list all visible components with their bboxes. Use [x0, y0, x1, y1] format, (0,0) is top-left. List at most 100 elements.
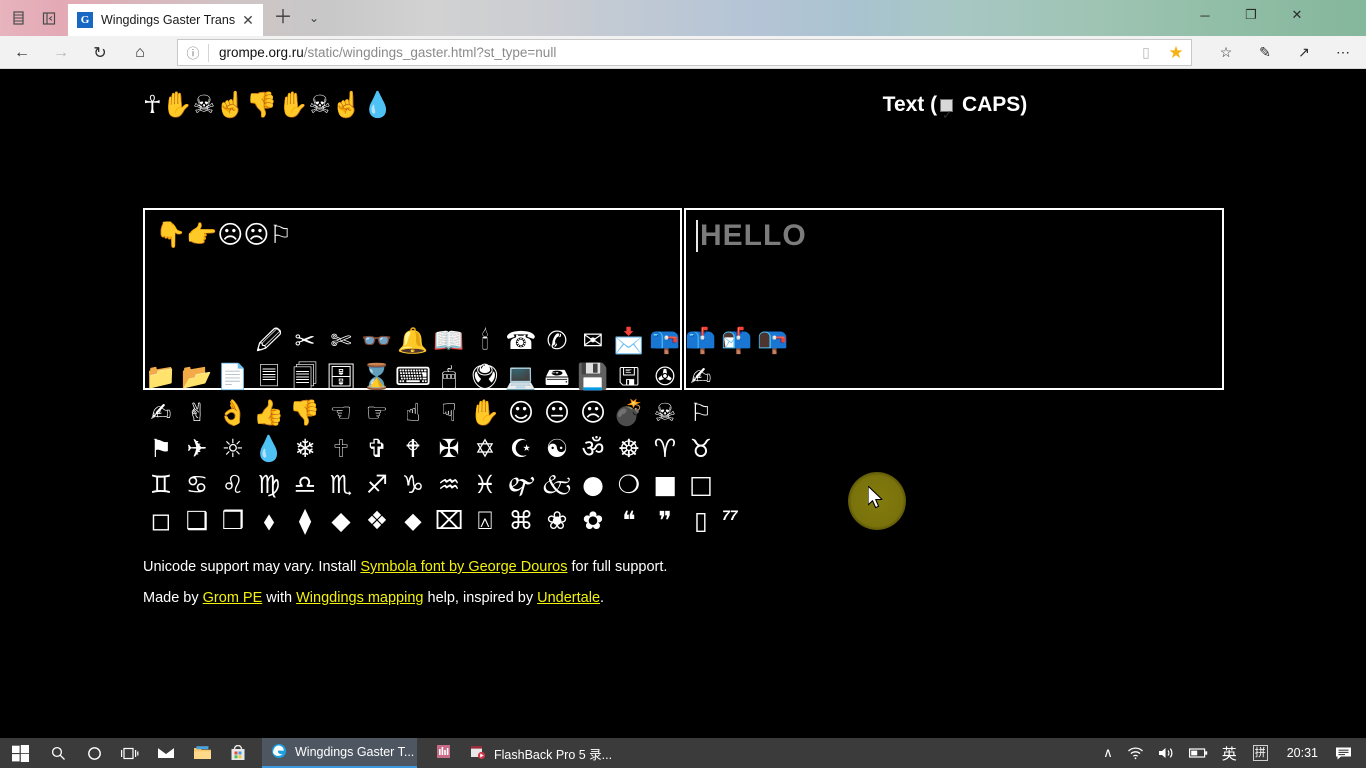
- more-options-icon[interactable]: ⋯: [1327, 39, 1359, 66]
- palette-symbol[interactable]: ☼: [215, 431, 251, 467]
- palette-symbol[interactable]: 📬: [719, 323, 755, 359]
- palette-symbol[interactable]: 👌: [215, 395, 251, 431]
- palette-symbol[interactable]: ⚑: [143, 431, 179, 467]
- web-notes-icon[interactable]: ✎: [1249, 39, 1281, 66]
- palette-symbol[interactable]: ॐ: [575, 431, 611, 467]
- palette-symbol[interactable]: 🙰: [503, 467, 539, 503]
- caps-checkbox[interactable]: [940, 95, 954, 135]
- taskbar-app-flashback[interactable]: FlashBack Pro 5 录...: [461, 738, 616, 768]
- palette-symbol[interactable]: ✍: [143, 395, 179, 431]
- taskbar-clock[interactable]: 20:31: [1277, 746, 1328, 760]
- palette-symbol[interactable]: ♊: [143, 467, 179, 503]
- palette-symbol[interactable]: ☝: [395, 395, 431, 431]
- palette-symbol[interactable]: ✈: [179, 431, 215, 467]
- ime-mode-indicator[interactable]: 拼: [1244, 738, 1277, 768]
- palette-symbol[interactable]: 📫: [683, 323, 719, 359]
- palette-symbol[interactable]: ☠: [647, 395, 683, 431]
- palette-symbol[interactable]: ⚐: [683, 395, 719, 431]
- palette-symbol[interactable]: ❀: [539, 503, 575, 539]
- home-button[interactable]: ⌂: [126, 39, 154, 66]
- palette-symbol[interactable]: ❝: [611, 503, 647, 539]
- palette-symbol[interactable]: ❒: [215, 503, 251, 539]
- palette-symbol[interactable]: ✂: [287, 323, 323, 359]
- palette-symbol[interactable]: 👎: [287, 395, 323, 431]
- palette-symbol[interactable]: ●: [575, 467, 611, 503]
- palette-symbol[interactable]: 🗐: [287, 359, 323, 395]
- wingdings-mapping-link[interactable]: Wingdings mapping: [296, 590, 423, 606]
- share-icon[interactable]: ↗: [1288, 39, 1320, 66]
- search-icon[interactable]: [40, 738, 76, 768]
- start-button[interactable]: [0, 738, 40, 768]
- minimize-button[interactable]: ─: [1182, 0, 1228, 30]
- palette-symbol[interactable]: 📭: [755, 323, 791, 359]
- cortana-icon[interactable]: [76, 738, 112, 768]
- palette-symbol[interactable]: 🔔: [395, 323, 431, 359]
- palette-symbol[interactable]: ■: [647, 467, 683, 503]
- palette-symbol[interactable]: ✇: [647, 359, 683, 395]
- task-view-icon[interactable]: [112, 738, 148, 768]
- tray-overflow-chevron-up-icon[interactable]: ∧: [1096, 738, 1120, 768]
- palette-symbol[interactable]: ✍: [683, 359, 719, 395]
- palette-symbol[interactable]: ⧫: [287, 503, 323, 539]
- palette-symbol[interactable]: ✠: [431, 431, 467, 467]
- palette-symbol[interactable]: ◆: [323, 503, 359, 539]
- palette-symbol[interactable]: ☪: [503, 431, 539, 467]
- palette-symbol[interactable]: 🕯: [467, 323, 503, 359]
- palette-symbol[interactable]: ♑: [395, 467, 431, 503]
- palette-symbol[interactable]: ❍: [611, 467, 647, 503]
- palette-symbol[interactable]: 🗄: [323, 359, 359, 395]
- palette-symbol[interactable]: ♐: [359, 467, 395, 503]
- palette-symbol[interactable]: 🖉: [251, 323, 287, 359]
- palette-symbol[interactable]: ❞: [647, 503, 683, 539]
- action-center-icon[interactable]: [1328, 738, 1366, 768]
- palette-symbol[interactable]: 🖫: [611, 359, 647, 395]
- palette-symbol[interactable]: ⌨: [395, 359, 431, 395]
- taskbar-app-edge[interactable]: Wingdings Gaster T...: [262, 738, 417, 768]
- palette-symbol[interactable]: ✡: [467, 431, 503, 467]
- palette-symbol[interactable]: ♎: [287, 467, 323, 503]
- palette-symbol[interactable]: ☺: [503, 395, 539, 431]
- palette-symbol[interactable]: 📄: [215, 359, 251, 395]
- palette-symbol[interactable]: 👍: [251, 395, 287, 431]
- palette-symbol[interactable]: 💧: [251, 431, 287, 467]
- palette-symbol[interactable]: 😐: [539, 395, 575, 431]
- symbola-font-link[interactable]: Symbola font by George Douros: [360, 559, 567, 575]
- volume-icon[interactable]: [1151, 738, 1182, 768]
- favorites-hub-icon[interactable]: ☆: [1210, 39, 1242, 66]
- palette-symbol[interactable]: ☸: [611, 431, 647, 467]
- palette-symbol[interactable]: ♋: [179, 467, 215, 503]
- palette-symbol[interactable]: ✌: [179, 395, 215, 431]
- palette-symbol[interactable]: ☹: [575, 395, 611, 431]
- maximize-button[interactable]: ❐: [1228, 0, 1274, 30]
- mail-icon[interactable]: [148, 738, 184, 768]
- taskbar-app-unknown[interactable]: [425, 738, 461, 768]
- symbol-palette[interactable]: 🖉 ✂ ✄ 👓 🔔 📖 🕯 ☎ ✆ ✉ 📩 📪 📫 📬 📭 📁 📂 📄 🗏 🗐 🗄 ⌛⌨ 🖱 🖲 💻 🖴 💾 🖫 ✇ ✍ ✍ ✌ 👌 👍 👎 ☜ ☞ ☝ ☟…: [143, 323, 788, 539]
- palette-symbol[interactable]: ♏: [323, 467, 359, 503]
- close-window-button[interactable]: ✕: [1274, 0, 1320, 30]
- palette-symbol[interactable]: ♈: [647, 431, 683, 467]
- palette-symbol[interactable]: ◻: [143, 503, 179, 539]
- palette-symbol[interactable]: 🕈: [395, 431, 431, 467]
- palette-symbol[interactable]: ♍: [251, 467, 287, 503]
- palette-symbol[interactable]: ❑: [179, 503, 215, 539]
- address-bar[interactable]: ⓘ grompe.org.ru/static/wingdings_gaster.…: [177, 39, 1192, 66]
- palette-symbol[interactable]: ⬧: [251, 503, 287, 539]
- palette-symbol[interactable]: 🕆: [323, 431, 359, 467]
- palette-symbol[interactable]: ♉: [683, 431, 719, 467]
- palette-symbol[interactable]: 🖴: [539, 359, 575, 395]
- refresh-button[interactable]: ↻: [86, 39, 114, 66]
- palette-symbol[interactable]: ☎: [503, 323, 539, 359]
- palette-symbol[interactable]: ♌: [215, 467, 251, 503]
- palette-symbol[interactable]: 💣: [611, 395, 647, 431]
- ime-language-indicator[interactable]: 英: [1215, 738, 1244, 768]
- palette-symbol[interactable]: ✋: [467, 395, 503, 431]
- palette-symbol[interactable]: ⍓: [467, 503, 503, 539]
- palette-symbol[interactable]: ☯: [539, 431, 575, 467]
- palette-symbol[interactable]: ⌛: [359, 359, 395, 395]
- palette-symbol[interactable]: ✄: [323, 323, 359, 359]
- palette-symbol[interactable]: ❖: [359, 503, 395, 539]
- palette-symbol[interactable]: ✿: [575, 503, 611, 539]
- palette-symbol[interactable]: 🖲: [467, 359, 503, 395]
- palette-symbol[interactable]: ✞: [359, 431, 395, 467]
- palette-symbol[interactable]: ♒: [431, 467, 467, 503]
